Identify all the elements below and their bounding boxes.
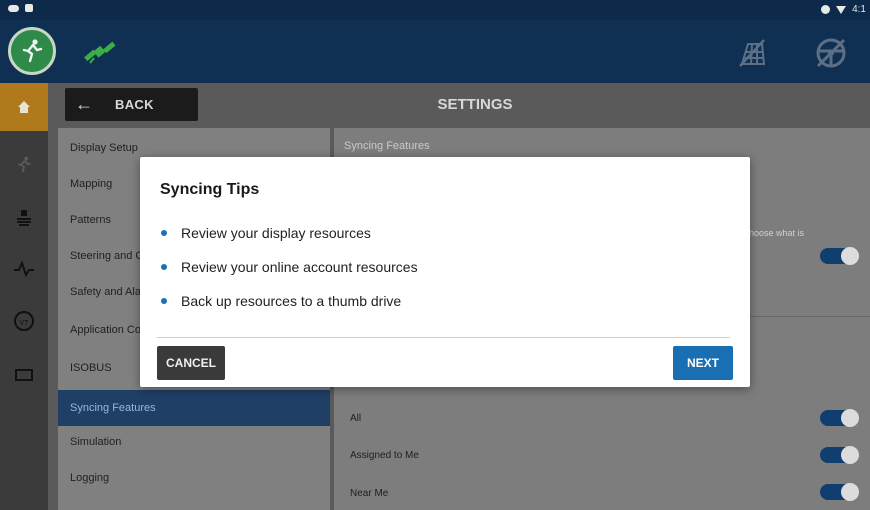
back-label: BACK (115, 97, 154, 112)
toggle-assigned[interactable] (820, 446, 859, 464)
arrow-left-icon: ← (75, 94, 93, 114)
rail-item-vt[interactable]: VT (0, 301, 48, 341)
toggle-knob (841, 247, 859, 265)
section-title: Syncing Features (344, 140, 430, 152)
toggle-near-me[interactable] (820, 483, 859, 501)
run-icon (18, 156, 31, 173)
toggle-knob (841, 446, 859, 464)
run-icon (22, 39, 43, 63)
menu-item-logging[interactable]: Logging (58, 460, 330, 496)
rail-item-home[interactable] (0, 83, 48, 131)
page-title: SETTINGS (437, 96, 513, 113)
layers-icon (17, 210, 31, 226)
divider (157, 337, 730, 338)
pulse-icon (14, 260, 34, 278)
rail-item-pulse[interactable] (0, 249, 48, 289)
home-icon (18, 101, 30, 113)
field-icon[interactable] (736, 36, 768, 68)
vt-icon: VT (14, 311, 34, 331)
tip-text: Review your online account resources (181, 259, 418, 275)
toggle-knob (841, 409, 859, 427)
sync-toggle[interactable] (820, 247, 859, 265)
description-text: hoose what is (749, 228, 805, 238)
tip-text: Review your display resources (181, 225, 371, 241)
tip-item: Review your display resources (161, 225, 371, 241)
dialog-title: Syncing Tips (160, 181, 260, 198)
toggle-all[interactable] (820, 409, 859, 427)
notification-icon (25, 4, 33, 12)
next-button[interactable]: NEXT (673, 346, 733, 380)
nav-rail: VT (0, 83, 48, 510)
row-label-near-me: Near Me (350, 488, 389, 499)
rail-item-run[interactable] (0, 145, 48, 185)
rail-item-display[interactable] (0, 355, 48, 395)
syncing-tips-dialog: Syncing Tips Review your display resourc… (140, 157, 750, 387)
steering-wheel-icon[interactable] (814, 36, 848, 70)
tip-item: Review your online account resources (161, 259, 418, 275)
toggle-knob (841, 483, 859, 501)
satellite-icon[interactable] (82, 37, 116, 67)
cancel-button[interactable]: CANCEL (157, 346, 225, 380)
row-label-all: All (350, 413, 362, 424)
wifi-icon (836, 5, 847, 14)
bullet-icon (161, 298, 167, 304)
clock: 4:1 (852, 4, 866, 15)
app-header (0, 20, 870, 83)
status-bar: 4:1 (0, 0, 870, 20)
bullet-icon (161, 230, 167, 236)
vt-label: VT (20, 320, 30, 327)
back-button[interactable]: ← BACK (65, 88, 198, 121)
cloud-icon (8, 4, 19, 12)
bullet-icon (161, 264, 167, 270)
menu-item-syncing-features[interactable]: Syncing Features (58, 390, 330, 426)
tip-item: Back up resources to a thumb drive (161, 293, 401, 309)
menu-item-simulation[interactable]: Simulation (58, 424, 330, 460)
tip-text: Back up resources to a thumb drive (181, 293, 402, 309)
rail-item-layers[interactable] (0, 198, 48, 238)
row-label-assigned: Assigned to Me (350, 450, 419, 461)
run-button[interactable] (8, 27, 56, 75)
sync-status-icon (821, 5, 831, 14)
display-icon (15, 369, 33, 381)
